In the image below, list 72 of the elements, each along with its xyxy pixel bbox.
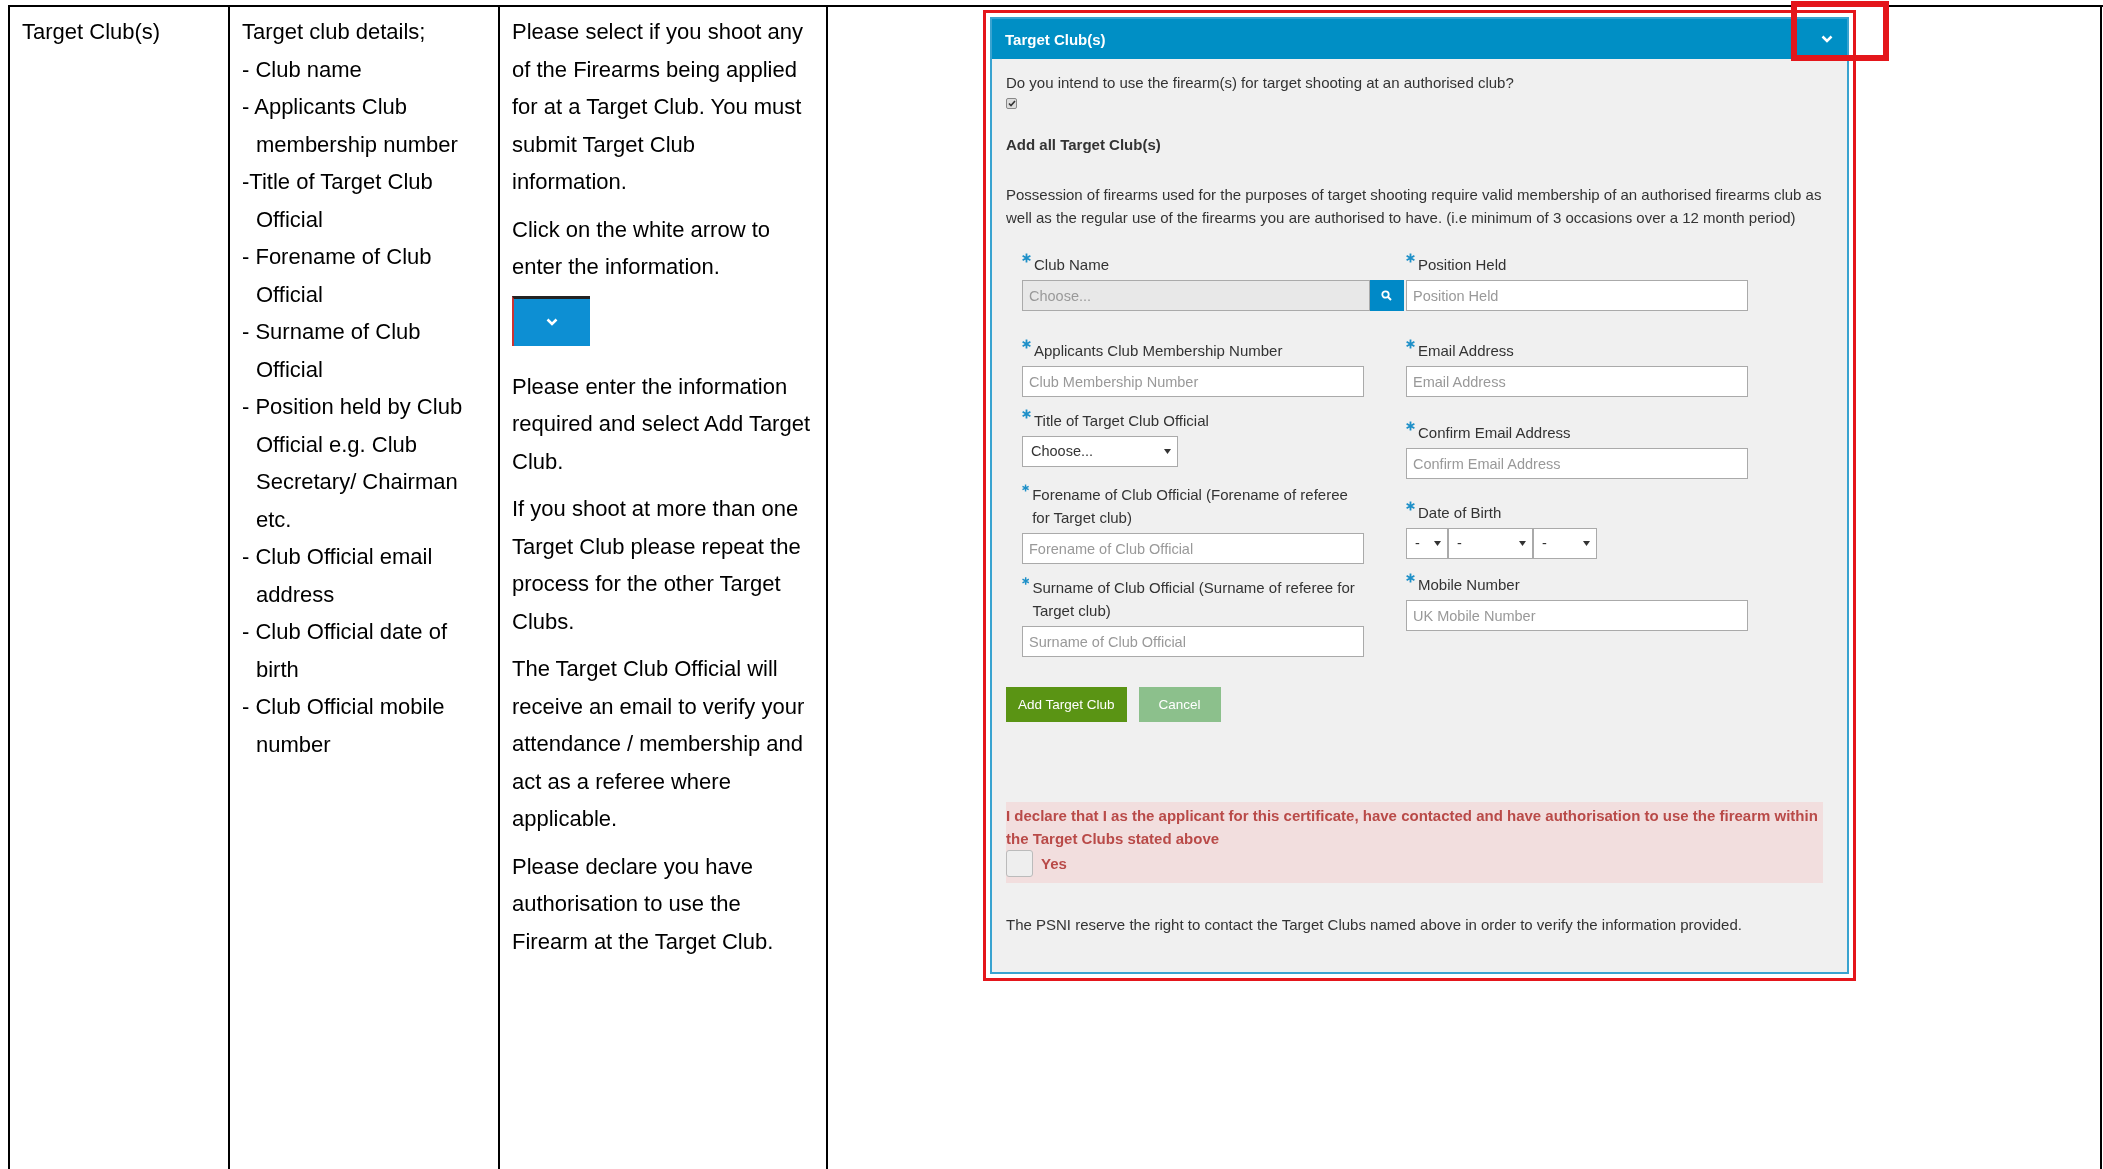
question-text: Do you intend to use the firearm(s) for target shooting at an authorised club?: [1006, 73, 1515, 93]
required-icon: [1406, 339, 1415, 349]
dropdown[interactable]: -: [1406, 528, 1448, 559]
section-heading: Add all Target Club(s): [1006, 135, 1162, 155]
chevron-icon: [546, 318, 558, 326]
field-label: Date of Birth: [1418, 503, 1502, 523]
dropdown-value: -: [1415, 534, 1420, 553]
detail-item: - Forename of Club Official: [242, 243, 433, 309]
text-field[interactable]: Surname of Club Official: [1022, 626, 1364, 657]
guidance-text: Please enter the information required and select Add Target Club.: [512, 372, 812, 476]
panel-title: Target Club(s): [1005, 29, 1106, 50]
required-icon: [1022, 576, 1030, 586]
detail-item: - Club Official date of birth: [242, 618, 449, 684]
detail-item: Target club details;: [242, 18, 427, 46]
field-label: Title of Target Club Official: [1034, 411, 1209, 431]
caret-icon: [1434, 541, 1441, 546]
guidance-text: Click on the white arrow to enter the information.: [512, 215, 771, 281]
field-label: Confirm Email Address: [1418, 423, 1571, 443]
required-icon: [1406, 573, 1415, 583]
note-text: Possession of firearms used for the purposes of target shooting require valid membership of an authorised firearms club as well as the regular use of the firearms you are authorised to have. (i.e minimum of 3 occasions over a 12 month period): [1006, 185, 1823, 228]
text-field[interactable]: Club Membership Number: [1022, 366, 1364, 397]
detail-item: - Club name: [242, 55, 363, 84]
declaration-text: I declare that I as the applicant for this certificate, have contacted and have authorisation to use the firearm within the Target Clubs stated above: [1006, 806, 1819, 849]
text-field[interactable]: Email Address: [1406, 366, 1748, 397]
guidance-text: The Target Club Official will receive an email to verify your attendance / membership and act as a referee where applicable.: [512, 655, 806, 833]
caret-icon: [1519, 541, 1526, 546]
caret-icon: [1164, 449, 1171, 454]
chevron-icon[interactable]: [1821, 35, 1833, 43]
checkbox[interactable]: [1006, 850, 1033, 877]
text-field[interactable]: Confirm Email Address: [1406, 448, 1748, 479]
required-icon: [1022, 483, 1030, 493]
checkbox[interactable]: [1006, 98, 1017, 109]
detail-item: - Position held by Club Official e.g. Club Secretary/ Chairman etc.: [242, 393, 464, 534]
dropdown[interactable]: Choose...: [1022, 436, 1178, 467]
guidance-text: Please declare you have authorisation to use the Firearm at the Target Club.: [512, 852, 775, 956]
dropdown-value: -: [1542, 534, 1547, 553]
guidance-text: If you shoot at more than one Target Club please repeat the process for the other Target Clubs.: [512, 495, 802, 636]
detail-item: - Club Official email address: [242, 543, 434, 609]
field-label: Surname of Club Official (Surname of referee for Target club): [1032, 578, 1356, 621]
required-icon: [1406, 421, 1415, 431]
add-button[interactable]: Add Target Club: [1006, 687, 1127, 722]
search-button[interactable]: [1369, 280, 1404, 311]
field-label: Email Address: [1418, 341, 1514, 361]
field-label: Mobile Number: [1418, 575, 1520, 595]
checkbox-label: Yes: [1041, 854, 1067, 874]
field-label: Position Held: [1418, 255, 1507, 275]
text-field[interactable]: Position Held: [1406, 280, 1748, 311]
field-label: Forename of Club Official (Forename of referee for Target club): [1032, 485, 1349, 528]
required-icon: [1406, 501, 1415, 511]
search-icon: [1381, 290, 1393, 301]
row-heading: Target Club(s): [22, 18, 162, 46]
dropdown-value: -: [1457, 534, 1462, 553]
required-icon: [1022, 253, 1031, 263]
dropdown[interactable]: -: [1448, 528, 1533, 559]
check-icon: [1007, 100, 1016, 107]
required-icon: [1406, 253, 1415, 263]
required-icon: [1022, 409, 1031, 419]
field-label: Applicants Club Membership Number: [1034, 341, 1283, 361]
required-icon: [1022, 339, 1031, 349]
dropdown[interactable]: -: [1533, 528, 1597, 559]
guidance-text: Please select if you shoot any of the Firearms being applied for at a Target Club. You must submit Target Club information.: [512, 18, 805, 196]
text-field[interactable]: UK Mobile Number: [1406, 600, 1748, 631]
field-label: Club Name: [1034, 255, 1110, 275]
detail-item: - Applicants Club membership number: [242, 93, 459, 159]
detail-item: - Club Official mobile number: [242, 693, 446, 759]
detail-item: -Title of Target Club Official: [242, 168, 434, 234]
lookup-field[interactable]: Choose...: [1022, 280, 1370, 311]
footer-note: The PSNI reserve the right to contact the Target Clubs named above in order to verify the information provided.: [1006, 915, 1743, 935]
text-field[interactable]: Forename of Club Official: [1022, 533, 1364, 564]
dropdown-value: Choose...: [1031, 442, 1094, 461]
detail-item: - Surname of Club Official: [242, 318, 422, 384]
caret-icon: [1583, 541, 1590, 546]
